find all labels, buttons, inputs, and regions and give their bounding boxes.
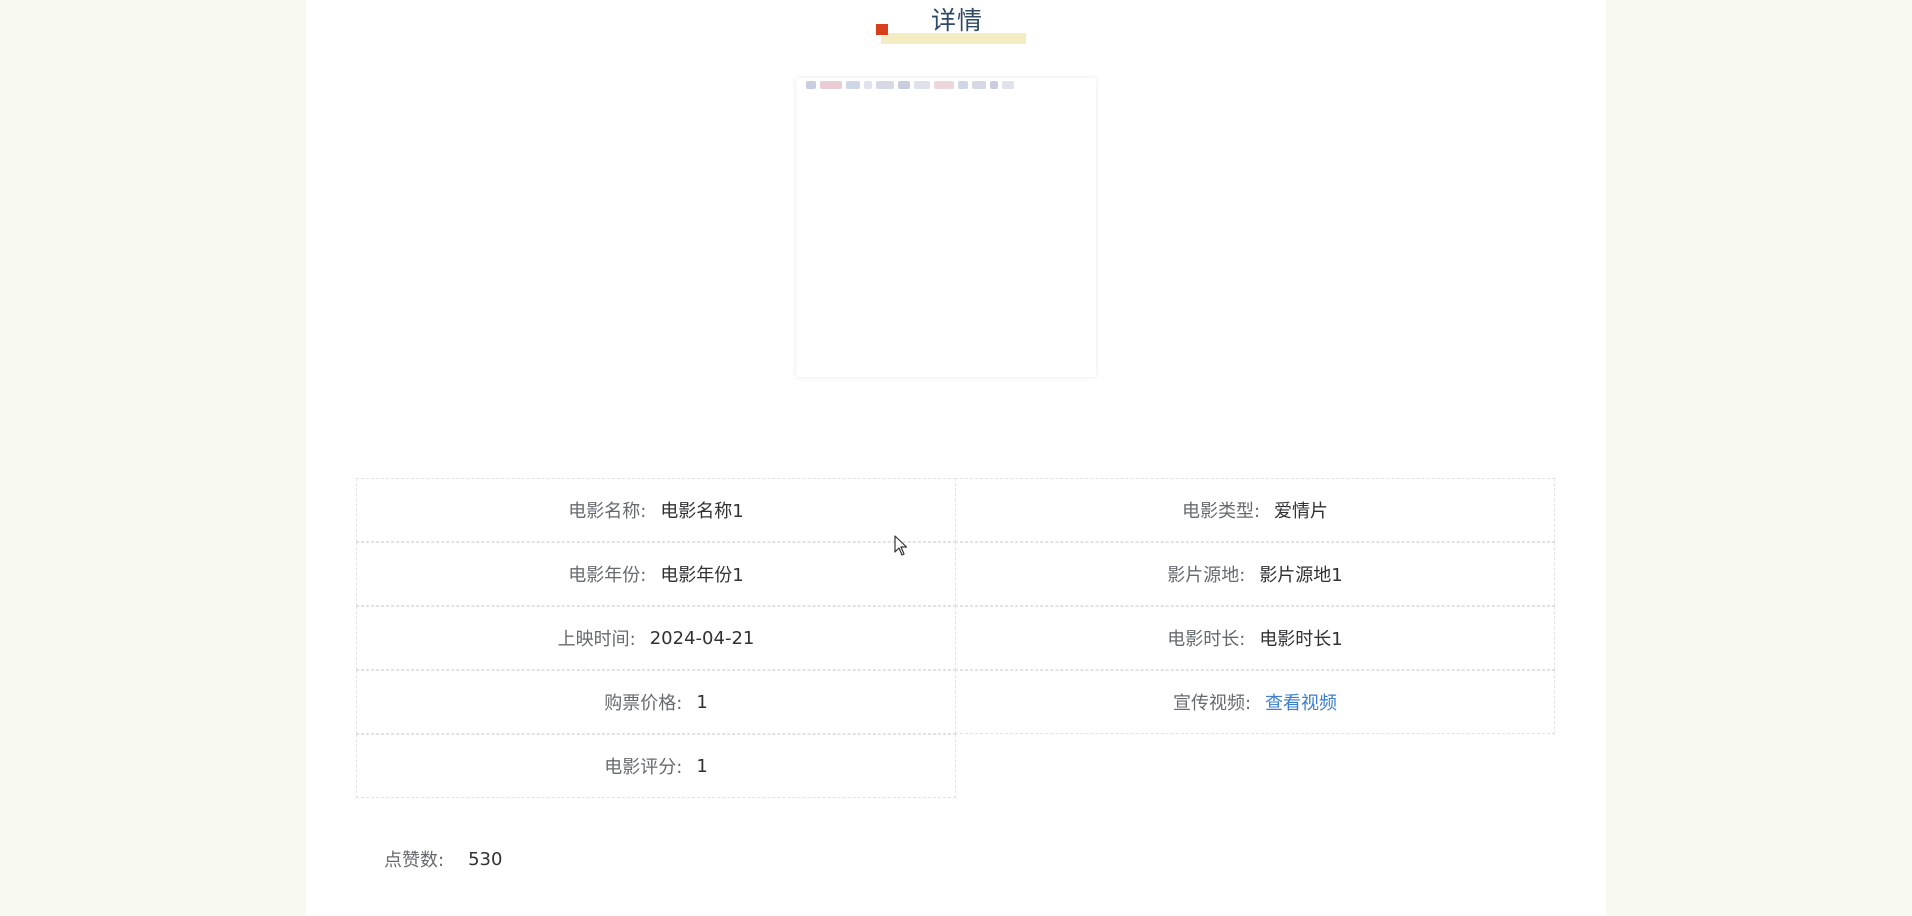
movie-origin-value: 影片源地1 bbox=[1259, 565, 1343, 586]
ticket-price-label: 购票价格: bbox=[604, 693, 683, 714]
movie-name-label: 电影名称: bbox=[568, 501, 647, 522]
details-row: 电影名称: 电影名称1 电影类型: 爱情片 bbox=[356, 478, 1556, 542]
empty-cell bbox=[955, 734, 1555, 798]
mouse-pointer-icon bbox=[894, 535, 908, 556]
view-video-link[interactable]: 查看视频 bbox=[1265, 689, 1337, 715]
movie-name-value: 电影名称1 bbox=[660, 501, 744, 522]
likes-count: 点赞数: 530 bbox=[384, 846, 502, 872]
movie-details-table: 电影名称: 电影名称1 电影类型: 爱情片 电影年份: 电影年份1 影片源地: … bbox=[356, 478, 1556, 798]
movie-rating-label: 电影评分: bbox=[604, 757, 683, 778]
movie-type-value: 爱情片 bbox=[1274, 501, 1329, 522]
details-row: 电影评分: 1 bbox=[356, 734, 1556, 798]
promo-video-label: 宣传视频: bbox=[1172, 693, 1252, 714]
release-date-label: 上映时间: bbox=[557, 629, 636, 650]
details-row: 上映时间: 2024-04-21 电影时长: 电影时长1 bbox=[356, 606, 1556, 670]
release-date-value: 2024-04-21 bbox=[649, 627, 755, 649]
duration-cell: 电影时长: 电影时长1 bbox=[955, 606, 1555, 670]
details-row: 购票价格: 1 宣传视频: 查看视频 bbox=[356, 670, 1556, 734]
main-panel: 详情 电影名称: 电影名称1 电影类型: 爱情片 电影年份: 电影年份1 影片源… bbox=[306, 0, 1606, 916]
movie-rating-cell: 电影评分: 1 bbox=[356, 734, 956, 798]
movie-origin-label: 影片源地: bbox=[1167, 565, 1246, 586]
ticket-price-cell: 购票价格: 1 bbox=[356, 670, 956, 734]
ticket-price-value: 1 bbox=[696, 691, 708, 713]
movie-type-cell: 电影类型: 爱情片 bbox=[955, 478, 1555, 542]
details-row: 电影年份: 电影年份1 影片源地: 影片源地1 bbox=[356, 542, 1556, 606]
movie-rating-value: 1 bbox=[696, 755, 708, 777]
movie-year-label: 电影年份: bbox=[568, 565, 647, 586]
movie-type-label: 电影类型: bbox=[1181, 501, 1261, 522]
movie-poster-image-icon bbox=[806, 78, 1086, 92]
movie-year-cell: 电影年份: 电影年份1 bbox=[356, 542, 956, 606]
release-date-cell: 上映时间: 2024-04-21 bbox=[356, 606, 956, 670]
movie-poster bbox=[796, 78, 1096, 377]
movie-name-cell: 电影名称: 电影名称1 bbox=[356, 478, 956, 542]
likes-value: 530 bbox=[468, 848, 503, 870]
movie-year-value: 电影年份1 bbox=[660, 565, 744, 586]
movie-origin-cell: 影片源地: 影片源地1 bbox=[955, 542, 1555, 606]
duration-label: 电影时长: bbox=[1167, 629, 1246, 650]
page-title-block: 详情 bbox=[306, 0, 1606, 50]
duration-value: 电影时长1 bbox=[1259, 629, 1343, 650]
title-accent-square bbox=[876, 24, 888, 35]
page-title: 详情 bbox=[931, 6, 984, 35]
likes-label: 点赞数: bbox=[384, 850, 445, 871]
promo-video-cell: 宣传视频: 查看视频 bbox=[955, 670, 1555, 734]
